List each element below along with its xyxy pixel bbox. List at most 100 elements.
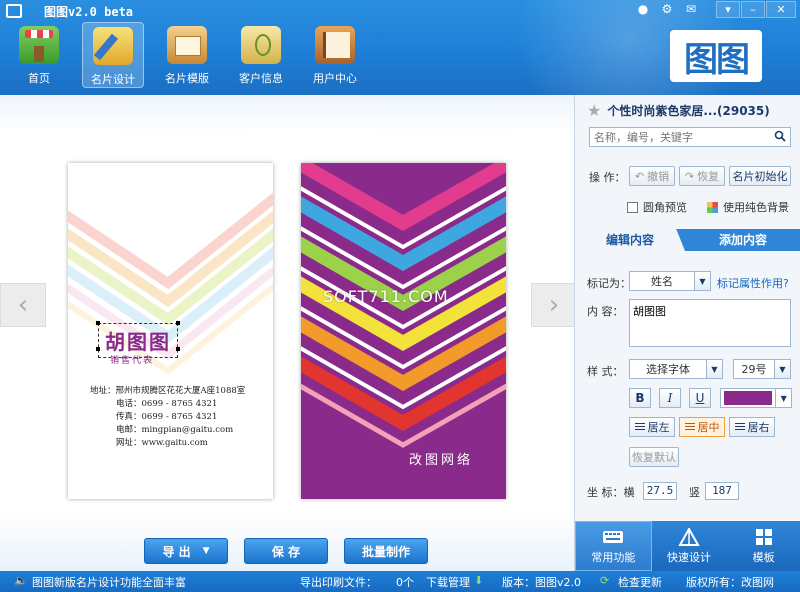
redo-button[interactable]: ↷ 恢复: [679, 166, 725, 186]
card-contact-info: 地址：邢州市规腾区花花大厦A座1088室 电话：0699 - 8765 4321…: [68, 385, 273, 450]
text-color-select[interactable]: ▼: [720, 388, 792, 408]
coord-v-label: 竖: [689, 486, 700, 499]
redo-label: 恢复: [697, 170, 720, 183]
search-input[interactable]: [590, 128, 765, 146]
panel-tabs: 编辑内容 添加内容: [575, 229, 800, 251]
card-phone[interactable]: 电话：0699 - 8765 4321: [68, 398, 273, 411]
restore-default-button[interactable]: 恢复默认: [629, 447, 679, 467]
selection-handle[interactable]: [176, 347, 180, 351]
align-right-button[interactable]: 居右: [729, 417, 775, 437]
align-left-icon: [634, 422, 645, 432]
card-role-text[interactable]: 销售代表: [110, 353, 154, 366]
card-email[interactable]: 电邮：mingpian@gaitu.com: [68, 424, 273, 437]
speaker-icon: 🔈: [14, 574, 28, 587]
card-back-company-text[interactable]: 改图网络: [409, 449, 473, 468]
batch-create-button[interactable]: 批量制作: [344, 538, 428, 564]
brand-logo: 图图: [670, 30, 762, 82]
message-icon[interactable]: ✉: [684, 2, 698, 16]
tab-quick-design[interactable]: 快速设计: [652, 521, 727, 571]
window-controls: ▾ – ✕: [715, 1, 796, 18]
template-title: ★ 个性时尚紫色家居...(29035): [587, 101, 770, 120]
chevron-down-icon[interactable]: ▼: [774, 360, 790, 378]
search-icon[interactable]: [774, 130, 786, 142]
mark-help-link[interactable]: 标记属性作用?: [717, 275, 789, 291]
tab-label: 模板: [752, 550, 775, 564]
align-left-button[interactable]: 居左: [629, 417, 675, 437]
card-address[interactable]: 地址：邢州市规腾区花花大厦A座1088室: [68, 385, 273, 398]
qq-icon[interactable]: ●: [636, 2, 650, 16]
download-manager-link[interactable]: 下载管理: [426, 574, 470, 590]
nav-home[interactable]: 首页: [8, 22, 70, 88]
undo-button[interactable]: ↶ 撤销: [629, 166, 675, 186]
font-value: 选择字体: [646, 363, 690, 376]
mark-as-select[interactable]: 姓名 ▼: [629, 271, 711, 291]
check-update-link[interactable]: 检查更新: [618, 574, 662, 590]
system-icons: ● ⚙ ✉: [636, 2, 698, 16]
solid-bg-label: 使用纯色背景: [723, 201, 789, 214]
color-swatch: [724, 391, 773, 405]
card-fax[interactable]: 传真：0699 - 8765 4321: [68, 411, 273, 424]
nav-user-center[interactable]: 用户中心: [304, 22, 366, 88]
chevron-down-icon: ▼: [202, 546, 210, 556]
style-label: 样 式：: [587, 365, 624, 378]
card-back[interactable]: 改图网络: [301, 163, 506, 499]
next-arrow-icon[interactable]: ›: [531, 283, 577, 327]
nav-label: 首页: [28, 72, 50, 85]
font-select[interactable]: 选择字体 ▼: [629, 359, 723, 379]
coord-x-input[interactable]: 27.5: [643, 482, 677, 500]
grid-icon: [755, 528, 772, 545]
bold-button[interactable]: B: [629, 388, 651, 408]
nav-label: 用户中心: [313, 72, 357, 85]
italic-button[interactable]: I: [659, 388, 681, 408]
font-size-select[interactable]: 29号 ▼: [733, 359, 791, 379]
keyboard-icon: [603, 530, 624, 543]
app-title: 图图v2.0 beta: [44, 5, 134, 19]
tab-label: 常用功能: [591, 550, 636, 564]
nav-label: 名片模版: [165, 72, 209, 85]
selection-handle[interactable]: [96, 321, 100, 325]
export-button[interactable]: 导 出 ▼: [144, 538, 228, 564]
close-icon[interactable]: ✕: [766, 1, 796, 18]
nav-card-templates[interactable]: 名片模版: [156, 22, 218, 88]
redo-icon: ↷: [684, 169, 695, 183]
menu-dropdown-icon[interactable]: ▾: [716, 1, 740, 18]
chevron-down-icon[interactable]: ▼: [706, 360, 722, 378]
card-web[interactable]: 网址：www.gaitu.com: [68, 437, 273, 450]
nav-card-design[interactable]: 名片设计: [82, 22, 144, 88]
export-label: 导 出: [162, 544, 191, 559]
round-preview-checkbox[interactable]: 圆角预览: [627, 199, 687, 215]
star-icon[interactable]: ★: [587, 101, 601, 120]
minimize-icon[interactable]: –: [741, 1, 765, 18]
nav-client-info[interactable]: 客户信息: [230, 22, 292, 88]
download-arrow-icon: ⬇: [474, 574, 484, 587]
tab-common-functions[interactable]: 常用功能: [575, 521, 652, 571]
underline-button[interactable]: U: [689, 388, 711, 408]
selection-handle[interactable]: [176, 321, 180, 325]
tab-add-content[interactable]: 添加内容: [685, 229, 800, 251]
align-right-label: 居右: [747, 421, 770, 434]
solid-bg-option[interactable]: 使用纯色背景: [707, 199, 789, 215]
version-text: 版本：图图v2.0: [502, 576, 582, 589]
tab-edit-content[interactable]: 编辑内容: [575, 229, 685, 251]
pen-edit-icon: [93, 27, 133, 65]
mark-as-label: 标记为：: [587, 277, 631, 290]
prev-arrow-icon[interactable]: ‹: [0, 283, 46, 327]
save-button[interactable]: 保 存: [244, 538, 328, 564]
align-center-button[interactable]: 居中: [679, 417, 725, 437]
content-label: 内 容：: [587, 305, 624, 318]
coord-label: 坐 标：横: [587, 486, 635, 499]
gear-icon[interactable]: ⚙: [660, 2, 674, 16]
coord-y-input[interactable]: 187: [705, 482, 739, 500]
chevron-down-icon[interactable]: ▼: [775, 389, 791, 407]
card-init-button[interactable]: 名片初始化: [729, 166, 791, 186]
tab-templates[interactable]: 模板: [726, 521, 800, 571]
card-front[interactable]: 胡图图 销售代表 地址：邢州市规腾区花花大厦A座1088室 电话：0699 - …: [68, 163, 273, 499]
news-text[interactable]: 图图新版名片设计功能全面丰富: [32, 574, 186, 590]
color-grid-icon: [707, 201, 718, 213]
watermark-text: SOFT711.COM: [323, 287, 449, 306]
chevron-down-icon[interactable]: ▼: [694, 272, 710, 290]
checkbox-icon[interactable]: [627, 201, 638, 213]
content-textarea[interactable]: 胡图图: [629, 299, 791, 347]
refresh-icon: ⟳: [600, 574, 610, 587]
selection-handle[interactable]: [96, 347, 100, 351]
